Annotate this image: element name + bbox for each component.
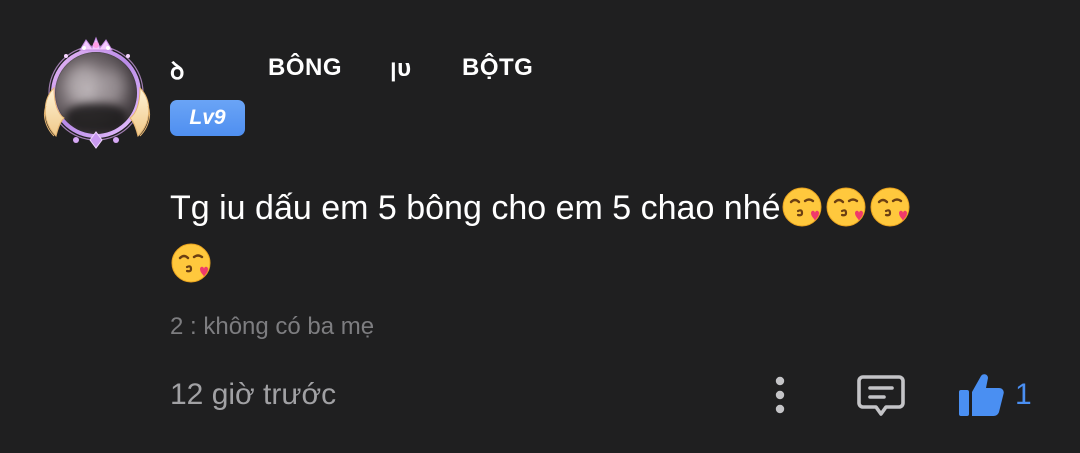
face-blowing-kiss-icon: [782, 187, 822, 227]
username-part: BỘTG: [462, 54, 534, 81]
face-blowing-kiss-icon: [870, 187, 910, 227]
comment-icon: [857, 375, 905, 416]
comment-body: Tg iu dấu em 5 bông cho em 5 chao nhé: [170, 189, 781, 227]
face-blowing-kiss-icon: [171, 243, 211, 283]
comment-text: Tg iu dấu em 5 bông cho em 5 chao nhé: [170, 180, 1030, 292]
like-count: 1: [1015, 378, 1032, 411]
username-part: ꞁᴜ: [390, 55, 412, 82]
more-vertical-icon: [775, 376, 785, 414]
face-blowing-kiss-icon: [826, 187, 866, 227]
avatar[interactable]: [36, 36, 158, 154]
timestamp: 12 giờ trước: [170, 378, 337, 411]
reply-reference[interactable]: 2 : không có ba mẹ: [170, 313, 374, 341]
thumbs-up-icon: [959, 374, 1004, 416]
level-badge: Lv9: [170, 100, 245, 136]
avatar-frame-icon: [43, 36, 151, 149]
username-part: ꝺ: [170, 58, 185, 85]
more-options-button[interactable]: [763, 372, 797, 418]
like-button[interactable]: 1: [955, 370, 1045, 420]
username-part: BÔNG: [268, 54, 342, 81]
comment-item: ꝺ BÔNG ꞁᴜ BỘTG Lv9 Tg iu dấu em 5 bông c…: [0, 0, 1080, 453]
reply-button[interactable]: [855, 372, 907, 418]
